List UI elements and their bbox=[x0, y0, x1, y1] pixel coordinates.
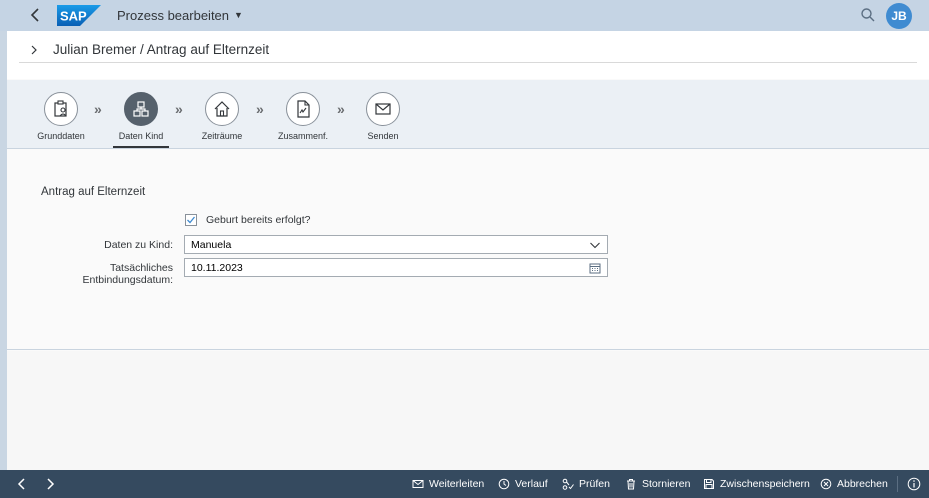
abort-button[interactable]: Abbrechen bbox=[820, 478, 888, 490]
child-select[interactable]: Manuela bbox=[184, 235, 608, 254]
wizard-step-senden[interactable]: Senden bbox=[343, 92, 423, 141]
cancel-icon bbox=[820, 478, 832, 490]
info-icon[interactable] bbox=[907, 477, 921, 491]
delivery-date-label: Tatsächliches Entbindungsdatum: bbox=[13, 262, 173, 286]
wizard-step-zeitraeume[interactable]: Zeiträume bbox=[182, 92, 262, 141]
page-container: Julian Bremer / Antrag auf Elternzeit Gr… bbox=[7, 31, 929, 470]
history-label: Verlauf bbox=[515, 478, 548, 490]
shell-bar: SAP Prozess bearbeiten ▼ JB bbox=[0, 0, 929, 31]
step-label: Senden bbox=[367, 131, 399, 141]
next-arrow-icon[interactable] bbox=[42, 476, 58, 492]
wizard-progress: Grunddaten » Daten Kind » Zeiträume » Zu… bbox=[7, 80, 929, 149]
chevron-down-icon[interactable] bbox=[589, 239, 601, 251]
active-step-indicator bbox=[113, 146, 169, 148]
step-label: Grunddaten bbox=[37, 131, 85, 141]
org-chart-icon bbox=[133, 101, 149, 117]
user-avatar[interactable]: JB bbox=[886, 3, 912, 29]
wizard-step-grunddaten[interactable]: Grunddaten bbox=[21, 92, 101, 141]
footer-divider bbox=[897, 476, 898, 492]
delivery-date-value: 10.11.2023 bbox=[191, 262, 243, 274]
checkmark-icon bbox=[187, 216, 196, 224]
child-select-value: Manuela bbox=[191, 239, 232, 251]
form-title: Antrag auf Elternzeit bbox=[41, 186, 146, 198]
footer-toolbar: Weiterleiten Verlauf Prüfen Stornieren Z… bbox=[0, 470, 929, 498]
caret-down-icon: ▼ bbox=[234, 10, 243, 20]
birth-checkbox-row[interactable]: Geburt bereits erfolgt? bbox=[185, 214, 310, 226]
forward-label: Weiterleiten bbox=[429, 478, 485, 490]
birth-checkbox[interactable] bbox=[185, 214, 197, 226]
app-title: Prozess bearbeiten bbox=[117, 8, 230, 23]
birth-checkbox-label: Geburt bereits erfolgt? bbox=[206, 214, 311, 226]
history-button[interactable]: Verlauf bbox=[498, 478, 548, 490]
delivery-date-input[interactable]: 10.11.2023 bbox=[184, 258, 608, 277]
back-arrow-icon[interactable] bbox=[27, 6, 45, 24]
save-icon bbox=[704, 479, 714, 489]
history-icon bbox=[498, 478, 510, 490]
save-draft-label: Zwischenspeichern bbox=[720, 478, 810, 490]
form-section: Antrag auf Elternzeit Geburt bereits erf… bbox=[7, 150, 929, 350]
app-title-menu[interactable]: Prozess bearbeiten ▼ bbox=[117, 8, 243, 23]
envelope-icon bbox=[375, 103, 391, 115]
document-sign-icon bbox=[297, 100, 310, 118]
clipboard-user-icon bbox=[54, 100, 67, 117]
wizard-step-zusammenfassung[interactable]: Zusammenf. bbox=[263, 92, 343, 141]
delivery-date-label-line1: Tatsächliches bbox=[109, 262, 173, 274]
step-circle bbox=[44, 92, 78, 126]
step-label: Zusammenf. bbox=[277, 131, 328, 141]
object-header: Julian Bremer / Antrag auf Elternzeit bbox=[7, 31, 929, 79]
step-circle bbox=[366, 92, 400, 126]
page-title: Julian Bremer / Antrag auf Elternzeit bbox=[53, 42, 270, 57]
cancel-process-label: Stornieren bbox=[642, 478, 691, 490]
step-circle bbox=[205, 92, 239, 126]
forward-button[interactable]: Weiterleiten bbox=[412, 478, 484, 490]
check-flow-icon bbox=[562, 478, 574, 490]
child-label: Daten zu Kind: bbox=[104, 239, 173, 251]
home-icon bbox=[214, 101, 230, 117]
header-divider bbox=[19, 62, 917, 63]
step-label: Daten Kind bbox=[118, 131, 164, 141]
search-icon[interactable] bbox=[860, 7, 876, 23]
previous-arrow-icon[interactable] bbox=[14, 476, 30, 492]
envelope-icon bbox=[412, 480, 424, 488]
save-draft-button[interactable]: Zwischenspeichern bbox=[703, 478, 810, 490]
abort-label: Abbrechen bbox=[837, 478, 888, 490]
chevron-right-icon[interactable] bbox=[29, 45, 39, 55]
calendar-icon[interactable] bbox=[589, 262, 601, 274]
cancel-process-button[interactable]: Stornieren bbox=[625, 478, 690, 490]
step-label: Zeiträume bbox=[201, 131, 243, 141]
check-button[interactable]: Prüfen bbox=[562, 478, 610, 490]
step-circle bbox=[286, 92, 320, 126]
delivery-date-label-line2: Entbindungsdatum: bbox=[82, 274, 173, 286]
empty-content-area bbox=[7, 351, 929, 470]
logo-text: SAP bbox=[60, 9, 87, 24]
sap-logo[interactable]: SAP bbox=[57, 5, 101, 26]
wizard-step-daten-kind[interactable]: Daten Kind bbox=[101, 92, 181, 148]
trash-icon bbox=[627, 479, 635, 490]
check-label: Prüfen bbox=[579, 478, 610, 490]
step-circle bbox=[124, 92, 158, 126]
